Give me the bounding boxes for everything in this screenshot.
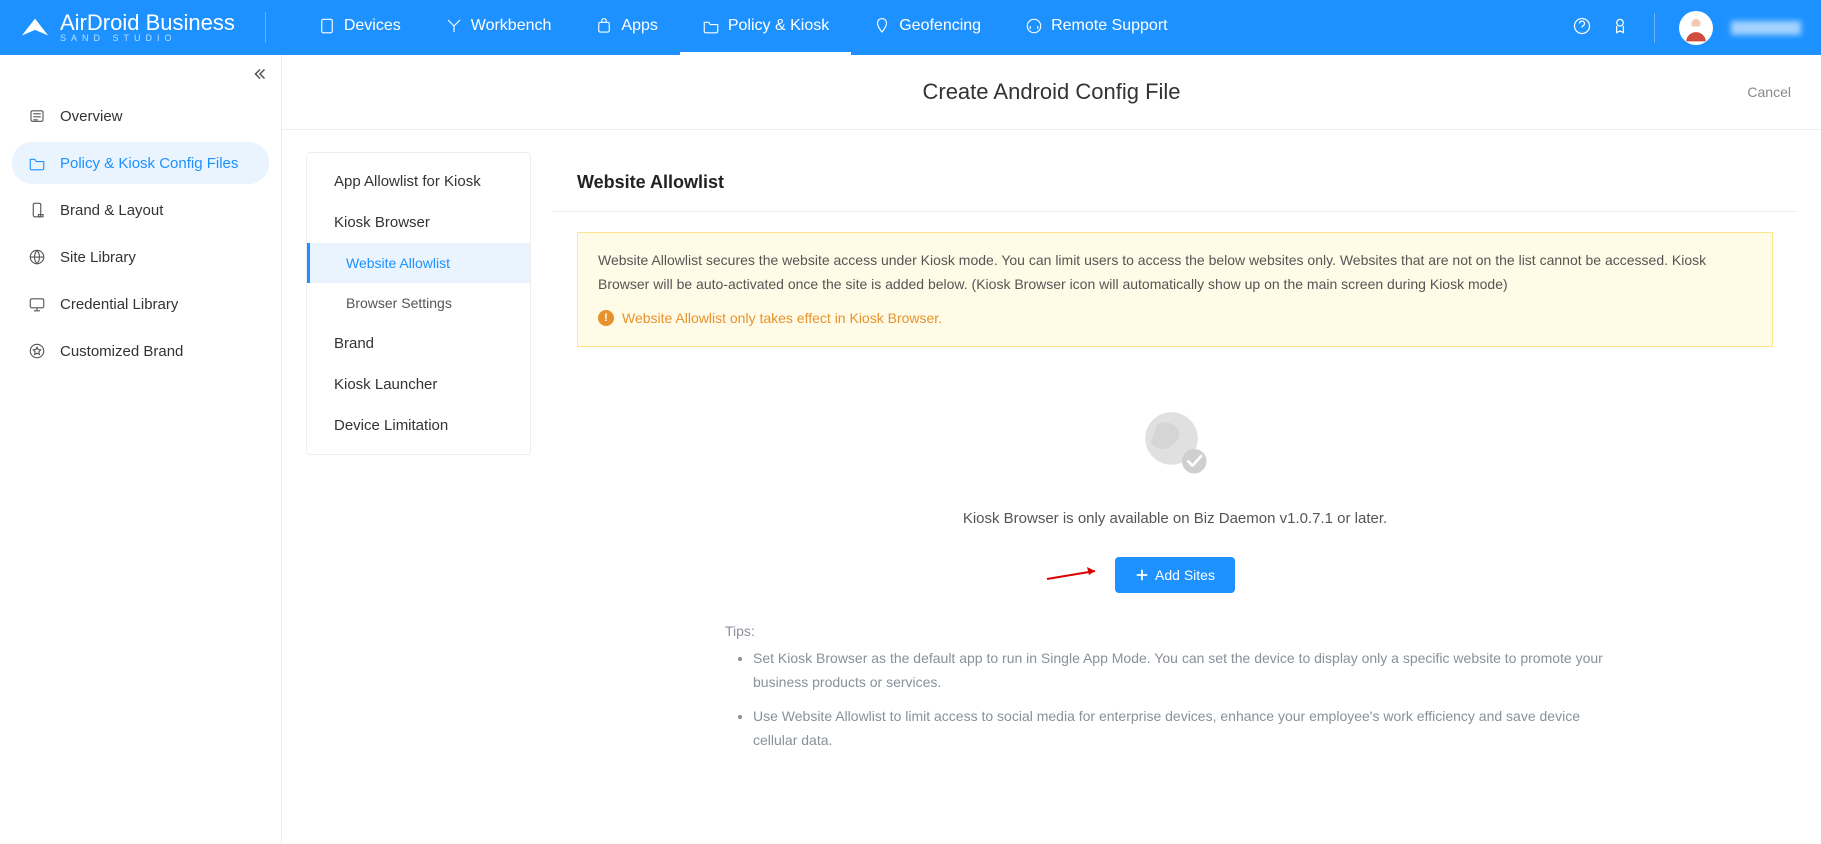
sidebar-item-label: Customized Brand — [60, 343, 183, 360]
sidebar-item-label: Overview — [60, 108, 123, 125]
nav-geofencing[interactable]: Geofencing — [851, 0, 1003, 55]
tip-item: Set Kiosk Browser as the default app to … — [753, 647, 1625, 695]
tips-block: Tips: Set Kiosk Browser as the default a… — [725, 623, 1625, 752]
subnav-app-allowlist[interactable]: App Allowlist for Kiosk — [307, 161, 530, 202]
main-panel: Website Allowlist Website Allowlist secu… — [553, 152, 1797, 822]
rewards-icon[interactable] — [1610, 16, 1630, 39]
topbar-right — [1572, 11, 1801, 45]
arrow-annotation-icon — [1045, 565, 1105, 585]
nav-devices-label: Devices — [344, 17, 401, 35]
headset-icon — [1025, 17, 1043, 35]
phone-layout-icon — [28, 201, 46, 219]
globe-icon — [28, 248, 46, 266]
brand-name: AirDroid Business — [60, 12, 235, 34]
empty-state-text: Kiosk Browser is only available on Biz D… — [553, 510, 1797, 527]
brand-logo-icon — [20, 13, 50, 43]
sidebar-item-customized-brand[interactable]: Customized Brand — [12, 330, 269, 372]
page-title: Create Android Config File — [922, 79, 1180, 105]
nav-policy-kiosk[interactable]: Policy & Kiosk — [680, 0, 851, 55]
nav-workbench[interactable]: Workbench — [423, 0, 574, 55]
tip-item: Use Website Allowlist to limit access to… — [753, 705, 1625, 753]
subnav-browser-settings[interactable]: Browser Settings — [307, 283, 530, 323]
sidebar-item-label: Site Library — [60, 249, 136, 266]
user-name[interactable] — [1731, 21, 1801, 35]
nav-remote-support[interactable]: Remote Support — [1003, 0, 1190, 55]
list-icon — [28, 107, 46, 125]
nav-geofencing-label: Geofencing — [899, 17, 981, 35]
sidebar-item-policy-kiosk-files[interactable]: Policy & Kiosk Config Files — [12, 142, 269, 184]
subnav-device-limitation[interactable]: Device Limitation — [307, 405, 530, 446]
nav-apps[interactable]: Apps — [573, 0, 679, 55]
subnav-brand[interactable]: Brand — [307, 323, 530, 364]
location-icon — [873, 17, 891, 35]
panel-title: Website Allowlist — [553, 152, 1797, 212]
warning-icon: ! — [598, 310, 614, 326]
subnav-kiosk-launcher[interactable]: Kiosk Launcher — [307, 364, 530, 405]
subnav-kiosk-browser[interactable]: Kiosk Browser — [307, 202, 530, 243]
chevron-double-left-icon — [251, 65, 269, 83]
folder-icon — [702, 17, 720, 35]
notice-box: Website Allowlist secures the website ac… — [577, 232, 1773, 347]
notice-warning: ! Website Allowlist only takes effect in… — [598, 307, 1752, 331]
sidebar-item-label: Policy & Kiosk Config Files — [60, 155, 238, 172]
user-avatar[interactable] — [1679, 11, 1713, 45]
sidebar-item-brand-layout[interactable]: Brand & Layout — [12, 189, 269, 231]
subnav-website-allowlist[interactable]: Website Allowlist — [307, 243, 530, 283]
cancel-button[interactable]: Cancel — [1747, 84, 1791, 100]
left-sidebar: Overview Policy & Kiosk Config Files Bra… — [0, 55, 282, 844]
plus-icon — [1135, 568, 1149, 582]
add-sites-label: Add Sites — [1155, 567, 1215, 583]
nav-workbench-label: Workbench — [471, 17, 552, 35]
nav-remote-support-label: Remote Support — [1051, 17, 1168, 35]
config-subnav: App Allowlist for Kiosk Kiosk Browser We… — [306, 152, 531, 455]
divider — [1654, 13, 1655, 43]
tips-heading: Tips: — [725, 623, 1625, 639]
tablet-icon — [318, 17, 336, 35]
sidebar-item-label: Credential Library — [60, 296, 178, 313]
nav-apps-label: Apps — [621, 17, 657, 35]
monitor-icon — [28, 295, 46, 313]
topbar: AirDroid Business Sand Studio Devices Wo… — [0, 0, 1821, 55]
sidebar-item-overview[interactable]: Overview — [12, 95, 269, 137]
collapse-sidebar-button[interactable] — [251, 65, 269, 86]
sidebar-item-credential-library[interactable]: Credential Library — [12, 283, 269, 325]
sidebar-item-site-library[interactable]: Site Library — [12, 236, 269, 278]
notice-warning-text: Website Allowlist only takes effect in K… — [622, 307, 942, 331]
add-sites-button[interactable]: Add Sites — [1115, 557, 1235, 593]
page-header: Create Android Config File Cancel — [282, 55, 1821, 130]
folder-config-icon — [28, 154, 46, 172]
bag-icon — [595, 17, 613, 35]
notice-text: Website Allowlist secures the website ac… — [598, 249, 1752, 297]
help-icon[interactable] — [1572, 16, 1592, 39]
tools-icon — [445, 17, 463, 35]
nav-policy-kiosk-label: Policy & Kiosk — [728, 17, 829, 35]
nav-devices[interactable]: Devices — [296, 0, 423, 55]
brand-subtitle: Sand Studio — [60, 34, 235, 43]
sidebar-item-label: Brand & Layout — [60, 202, 163, 219]
topnav: Devices Workbench Apps Policy & Kiosk Ge… — [296, 0, 1190, 55]
globe-check-icon — [1140, 407, 1210, 477]
star-badge-icon — [28, 342, 46, 360]
brand-block[interactable]: AirDroid Business Sand Studio — [20, 12, 266, 43]
brand-text: AirDroid Business Sand Studio — [60, 12, 235, 43]
